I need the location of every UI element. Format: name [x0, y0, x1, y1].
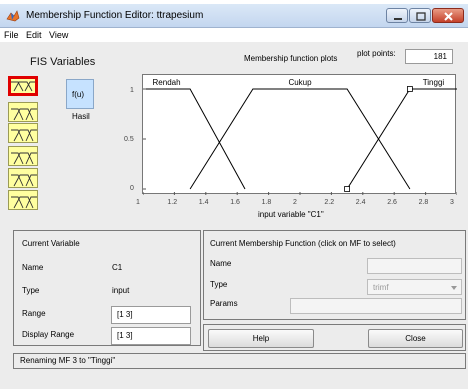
menu-edit[interactable]: Edit	[26, 30, 42, 40]
output-variable-box[interactable]: f(u)	[66, 79, 94, 109]
title-bar: Membership Function Editor: ttrapesium	[0, 4, 468, 28]
menu-file[interactable]: File	[4, 30, 19, 40]
chevron-down-icon	[451, 286, 457, 290]
current-variable-title: Current Variable	[22, 239, 80, 248]
menu-view[interactable]: View	[49, 30, 68, 40]
mf-vertex-handle[interactable]	[406, 86, 413, 92]
params-input[interactable]	[290, 298, 462, 314]
mf-plots-label: Membership function plots	[244, 54, 338, 63]
close-button[interactable]: Close	[368, 329, 463, 348]
variable-icon-6[interactable]	[8, 190, 38, 210]
trapezoid-mf-icon	[11, 152, 37, 165]
variable-icon-2[interactable]	[8, 102, 38, 122]
display-range-label: Display Range	[22, 330, 75, 339]
plot-points-label: plot points:	[357, 49, 396, 58]
status-bar: Renaming MF 3 to "Tinggi"	[13, 353, 466, 369]
mf-name-input[interactable]	[367, 258, 462, 274]
x-tick-label: 2.6	[387, 199, 397, 206]
trapezoid-mf-icon	[11, 108, 37, 121]
output-function-label: f(u)	[72, 90, 84, 99]
mf-type-label: Type	[210, 280, 228, 289]
y-tick-label: 0	[130, 185, 134, 192]
mf-plot-area[interactable]: Rendah Cukup Tinggi	[142, 74, 457, 195]
mf-label-rendah: Rendah	[153, 78, 181, 87]
matlab-icon	[6, 10, 20, 22]
editor-client-area: FIS Variables f(u) Hasil Membership func…	[0, 42, 468, 389]
plot-points-input[interactable]: 181	[405, 49, 453, 64]
x-tick-label: 1.4	[198, 199, 209, 206]
current-mf-title: Current Membership Function (click on MF…	[210, 239, 396, 248]
x-tick-label: 1.2	[167, 199, 178, 206]
variable-icon-4[interactable]	[8, 146, 38, 166]
y-tick-label: 1	[130, 87, 134, 94]
mf-label-cukup: Cukup	[288, 78, 312, 87]
variable-icon-3[interactable]	[8, 123, 38, 143]
params-label: Params	[210, 299, 238, 308]
fis-variables-title: FIS Variables	[30, 56, 96, 68]
y-tick-label: 0.5	[124, 136, 134, 143]
range-label: Range	[22, 309, 46, 318]
trapezoid-mf-icon	[11, 81, 35, 92]
mf-vertex-handle[interactable]	[344, 186, 351, 192]
mf-type-value: trimf	[373, 283, 389, 292]
help-button[interactable]: Help	[208, 329, 314, 348]
variable-name-label: Name	[22, 263, 44, 272]
x-axis-label: input variable "C1"	[258, 210, 324, 219]
mf-name-label: Name	[210, 259, 232, 268]
variable-name-value: C1	[112, 263, 123, 272]
mf-label-tinggi: Tinggi	[423, 78, 445, 87]
x-tick-label: 2	[293, 199, 297, 206]
x-tick-label: 2.8	[418, 199, 429, 206]
maximize-icon	[416, 12, 426, 21]
minimize-button[interactable]	[386, 8, 408, 23]
x-tick-label: 1	[136, 199, 140, 206]
mf-curve-tinggi[interactable]	[346, 88, 457, 190]
mf-curve-rendah[interactable]	[143, 88, 246, 190]
display-range-input[interactable]: [1 3]	[111, 327, 191, 345]
window-title: Membership Function Editor: ttrapesium	[26, 10, 204, 21]
trapezoid-mf-icon	[11, 129, 37, 142]
range-input[interactable]: [1 3]	[111, 306, 191, 324]
button-panel: Help Close	[203, 324, 466, 351]
trapezoid-mf-icon	[11, 196, 37, 209]
current-mf-panel: Current Membership Function (click on MF…	[203, 230, 466, 320]
x-tick-label: 2.4	[355, 199, 366, 206]
mf-type-select[interactable]: trimf	[367, 279, 462, 295]
maximize-button[interactable]	[409, 8, 431, 23]
close-window-button[interactable]	[432, 8, 464, 23]
current-variable-panel: Current Variable Name C1 Type input Rang…	[13, 230, 201, 346]
trapezoid-mf-icon	[11, 174, 37, 187]
x-tick-label: 3	[450, 199, 454, 206]
mf-plot-svg: Rendah Cukup Tinggi	[143, 78, 457, 195]
variable-icon-5[interactable]	[8, 168, 38, 188]
output-variable-name: Hasil	[72, 112, 90, 121]
close-icon	[444, 12, 453, 21]
variable-type-value: input	[112, 286, 130, 295]
menu-bar: File Edit View	[0, 28, 468, 42]
x-tick-label: 2.2	[324, 199, 335, 206]
x-tick-label: 1.6	[230, 199, 240, 206]
x-tick-label: 1.8	[261, 199, 272, 206]
minimize-icon	[394, 18, 402, 20]
variable-icon-1[interactable]	[8, 76, 38, 96]
variable-type-label: Type	[22, 286, 40, 295]
mf-curve-cukup[interactable]	[189, 88, 411, 190]
